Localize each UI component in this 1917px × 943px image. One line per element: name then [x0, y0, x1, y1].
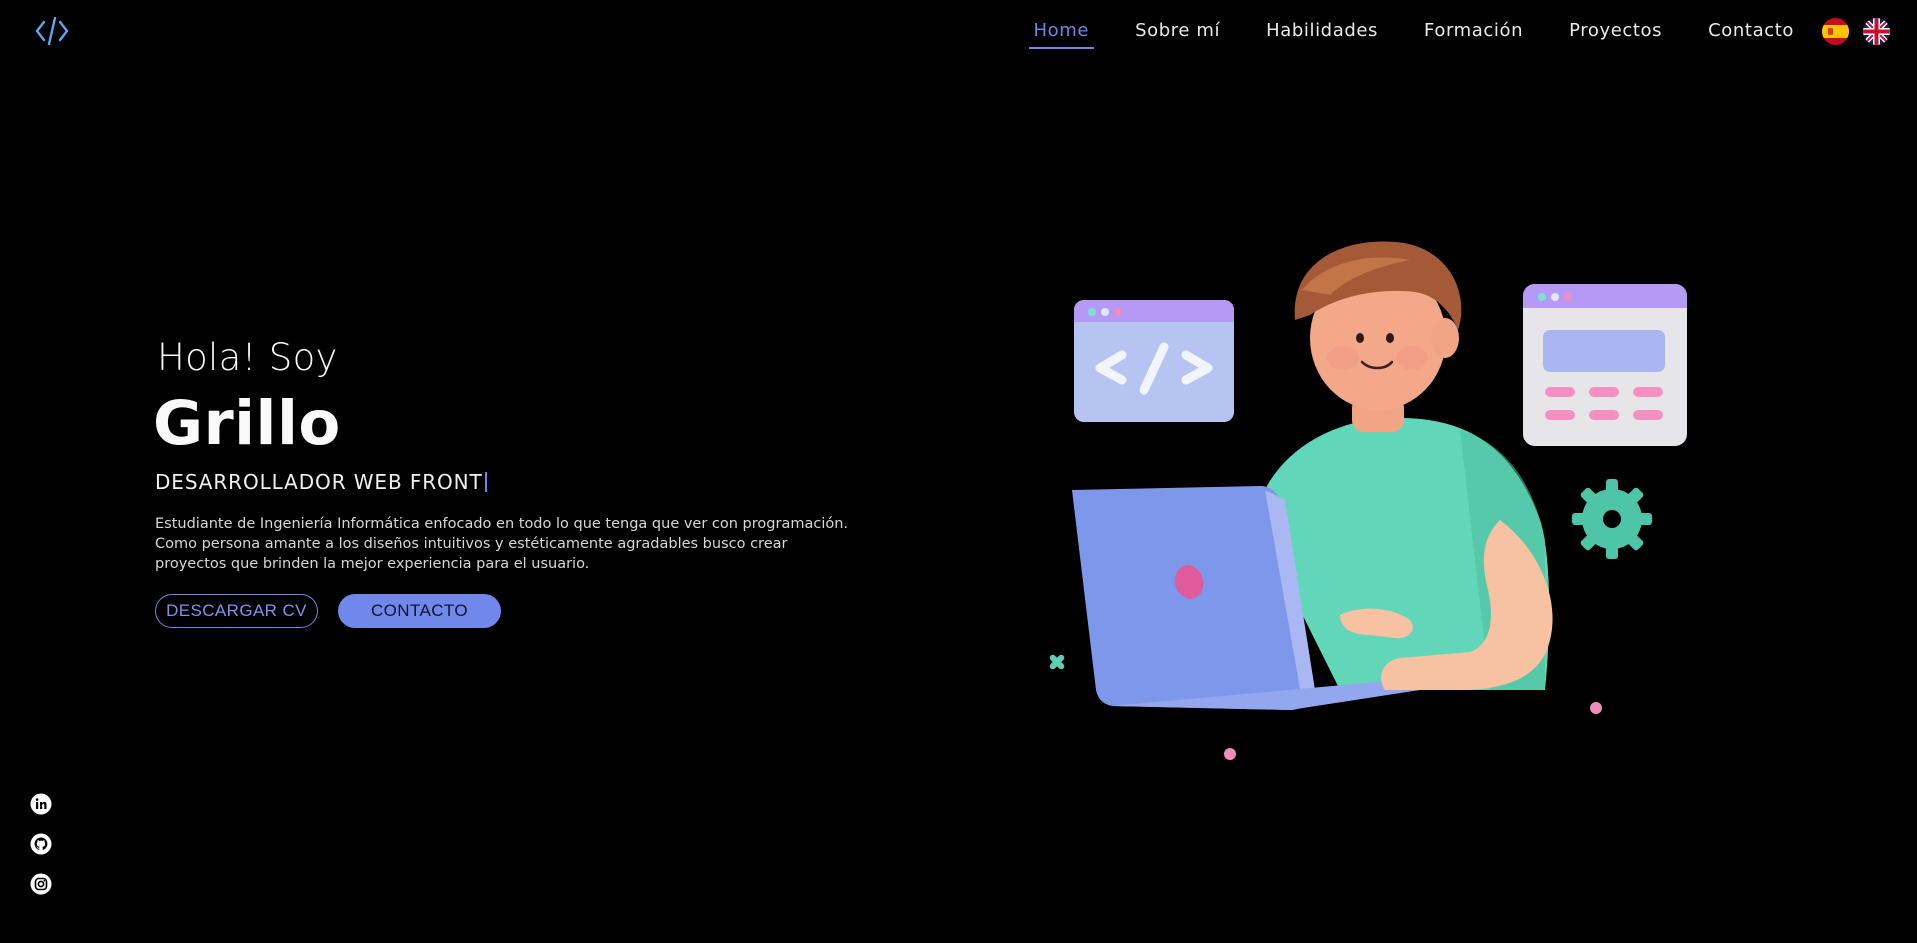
nav-sobre-mi[interactable]: Sobre mí [1130, 18, 1225, 49]
hero-role-text: DESARROLLADOR WEB FRONT [155, 470, 483, 494]
download-cv-button[interactable]: DESCARGAR CV [155, 594, 318, 628]
github-icon[interactable] [30, 833, 52, 855]
code-logo-icon[interactable] [34, 14, 70, 48]
nav-habilidades[interactable]: Habilidades [1261, 18, 1383, 49]
contact-button[interactable]: CONTACTO [338, 594, 501, 628]
nav-contacto[interactable]: Contacto [1703, 18, 1799, 49]
hero-role: DESARROLLADOR WEB FRONT [155, 470, 487, 494]
uk-flag-icon[interactable] [1863, 18, 1890, 45]
cross-icon [1049, 654, 1065, 670]
gear-icon [1572, 479, 1652, 559]
nav-formacion[interactable]: Formación [1419, 18, 1528, 49]
dot-icon [1224, 748, 1236, 760]
language-switcher [1822, 18, 1890, 45]
developer-illustration [1049, 241, 1687, 760]
hero-name: Grillo [153, 388, 341, 459]
es-flag-icon[interactable] [1822, 18, 1849, 45]
main-nav: Home Sobre mí Habilidades Formación Proy… [1028, 18, 1800, 52]
nav-proyectos[interactable]: Proyectos [1564, 18, 1667, 49]
dot-icon [1590, 702, 1602, 714]
linkedin-icon[interactable] [30, 793, 52, 815]
form-window-icon [1523, 284, 1687, 446]
nav-home[interactable]: Home [1028, 18, 1095, 49]
typing-cursor [484, 472, 487, 492]
hero-description: Estudiante de Ingeniería Informática enf… [155, 516, 849, 572]
instagram-icon[interactable] [30, 873, 52, 895]
hero-greeting: Hola! Soy [157, 336, 338, 379]
code-window-icon [1074, 300, 1234, 422]
